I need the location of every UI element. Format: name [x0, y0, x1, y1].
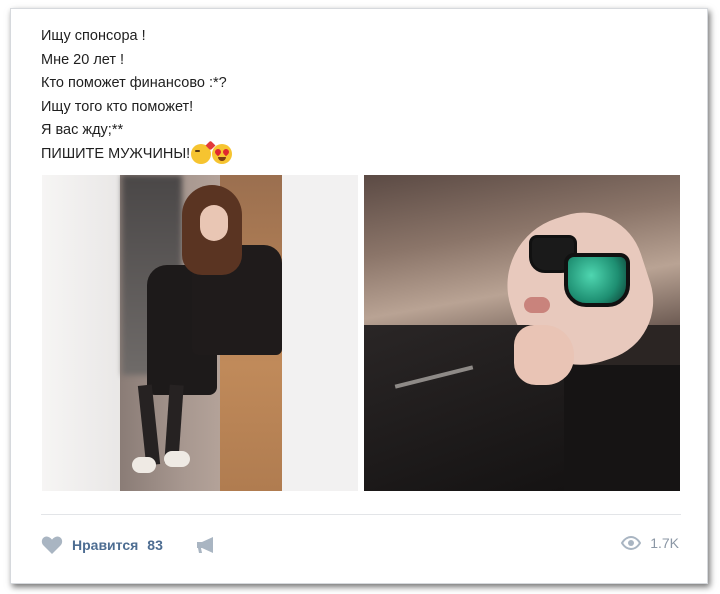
views-counter: 1.7K: [621, 535, 679, 551]
photo-right[interactable]: [364, 175, 680, 491]
like-button[interactable]: Нравится 83: [41, 535, 163, 555]
post-line: Ищу спонсора !: [41, 28, 146, 44]
photo-left[interactable]: [42, 175, 358, 491]
post-line: Ищу того кто поможет!: [41, 98, 194, 115]
post-line: Кто поможет финансово :*?: [41, 75, 227, 91]
post-line-text: ПИШИТЕ МУЖЧИНЫ!: [41, 145, 191, 162]
like-label: Нравится: [72, 537, 139, 553]
eye-icon: [621, 535, 642, 551]
views-count: 1.7K: [650, 535, 679, 551]
heart-icon: [41, 535, 63, 555]
like-count: 83: [147, 537, 163, 553]
post-line: Мне 20 лет !: [41, 51, 125, 68]
footer-divider: [41, 514, 681, 515]
post-line: Я вас жду;**: [41, 122, 124, 138]
share-button[interactable]: [195, 535, 219, 557]
post-line-last: ПИШИТЕ МУЖЧИНЫ!: [41, 143, 233, 167]
heart-eyes-icon: [212, 144, 233, 165]
post-text: Ищу спонсора ! Мне 20 лет ! Кто поможет …: [41, 25, 233, 167]
face-blowing-kiss-icon: [191, 144, 212, 165]
megaphone-icon: [195, 537, 217, 559]
post-card: Ищу спонсора ! Мне 20 лет ! Кто поможет …: [10, 8, 708, 584]
